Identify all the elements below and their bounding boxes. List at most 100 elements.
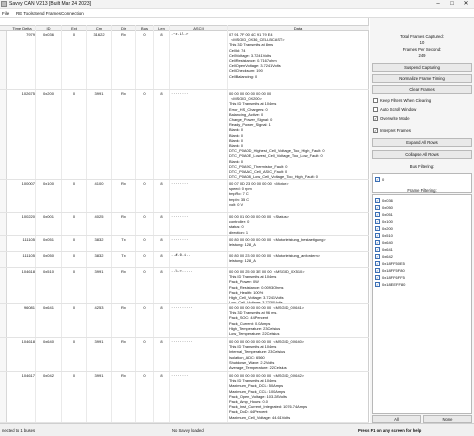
frame-filter-item[interactable]: ✓ 0x641 (375, 247, 393, 253)
maximize-button[interactable]: □ (445, 0, 459, 9)
cell-time-delta: 100220 (21, 214, 35, 219)
fps-label: Frames Per Second: (402, 47, 442, 52)
table-row[interactable]: 100220 0x001 0 4025 Rx 0 8........ 00 00 01 00 … (0, 213, 369, 236)
clear-frames-button[interactable]: Clear Frames (372, 85, 472, 94)
frame-filter-item[interactable]: ✓ 0x036 (375, 198, 393, 204)
fps-value: 249 (418, 53, 426, 58)
frame-filter-label: 0x640 (382, 240, 393, 245)
checkmark-icon: ✓ (375, 219, 380, 225)
table-row[interactable]: 104617 0x042 0 3991 Rx 0 8........ 00 00 00 00 … (0, 372, 369, 423)
cell-time-delta: 104618 (21, 339, 35, 344)
cell-bus: 0 (143, 181, 146, 186)
table-row[interactable]: 104618 0x510 0 3991 Rx 0 8 ..%.>..... 00 00 00 2… (0, 268, 369, 304)
cell-id: 0x640 (43, 339, 54, 344)
cell-time-delta: 104618 (21, 269, 35, 274)
expand-all-rows-button[interactable]: Expand All Rows (372, 138, 472, 147)
interpret-frames-label: Interpret Frames (380, 128, 411, 133)
frame-filter-item[interactable]: ✓ 0x051 (375, 212, 393, 218)
table-row[interactable]: 104618 0x640 0 3991 Rx 0 8.......... 00 00 00 0… (0, 338, 369, 372)
normalize-frame-timing-button[interactable]: Normalize Frame Timing (372, 74, 472, 83)
cell-time-delta: 111105 (22, 237, 35, 242)
frame-filter-item[interactable]: ✓ 0x510 (375, 233, 393, 239)
cell-ascii: ........ (171, 181, 189, 185)
frame-filter-item[interactable]: ✓ 0x050 (375, 205, 393, 211)
table-row[interactable]: 96081 0x641 0 4253 Rx 0 8.......... 00 00 00 00… (0, 304, 369, 338)
cell-id: 0x042 (43, 373, 54, 378)
suspend-capturing-button[interactable]: Suspend Capturing (372, 63, 472, 72)
frame-filter-item[interactable]: ✓ 0x640 (375, 240, 393, 246)
cell-cm: 3832 (94, 237, 104, 242)
frame-filter-item[interactable]: ✓ 0x200 (375, 226, 393, 232)
cell-time-delta: 7979 (26, 32, 35, 37)
frame-filter-label: 0x18FF50E5 (382, 261, 405, 266)
menu-send-frames[interactable]: Send Frames (34, 11, 61, 16)
cell-dir: Tx (121, 253, 126, 258)
table-row[interactable]: 100007 0x100 0 4100 Rx 0 8........ 00 07 0D 23 … (0, 180, 369, 213)
cell-data: 00 00 00 00 00 00 00 00 <MSGID_0X642> Th… (229, 373, 308, 420)
cell-time-delta: 104617 (21, 373, 35, 378)
menu-file[interactable]: File (2, 11, 9, 16)
cell-ascii: ........ (171, 237, 189, 241)
cell-time-delta: 96081 (23, 305, 35, 310)
cell-len: 8 (160, 253, 163, 258)
cell-bus: 0 (143, 253, 146, 258)
frame-filter-item[interactable]: ✓ 0x18FF50E5 (375, 261, 405, 267)
table-row[interactable]: 111105 0x050 0 3832 Tx 0 8 ..#.0.i.. 00 80 00 23… (0, 252, 369, 268)
minimize-button[interactable]: – (431, 0, 445, 9)
cell-bus: 0 (143, 32, 146, 37)
frame-filter-item[interactable]: ✓ 0x18FF6FF5 (375, 275, 405, 281)
cell-cm: 3991 (94, 339, 104, 344)
frame-filter-item[interactable]: ✓ 0x642 (375, 254, 393, 260)
keep-filters-checkbox[interactable]: Keep Filters When Clearing (373, 98, 431, 104)
overwrite-mode-checkbox[interactable]: ✓ Overwrite Mode (373, 116, 410, 122)
frame-filter-item[interactable]: ✓ 0x100 (375, 219, 393, 225)
cell-data: 00 00 00 25 00 3E 00 00 <MSGID_0X510> Th… (229, 269, 305, 303)
cell-len: 8 (160, 214, 163, 219)
interpret-frames-checkbox[interactable]: ✓ Interpret Frames (373, 128, 411, 134)
cell-cm: 4253 (94, 305, 104, 310)
table-row[interactable]: 111105 0x051 0 3832 Tx 0 8........ 00 80 00 00 … (0, 236, 369, 252)
select-all-button[interactable]: All (372, 415, 421, 423)
bus-filter-item[interactable]: ✓ 0 (375, 177, 385, 183)
cell-cm: 3991 (94, 269, 104, 274)
auto-scroll-checkbox[interactable]: Auto Scroll Window (373, 107, 417, 113)
checkmark-icon: ✓ (375, 212, 380, 218)
cell-id: 0x200 (43, 91, 54, 96)
cell-dir: Rx (121, 181, 126, 186)
frame-filter-item[interactable]: ✓ 0x18EEFF80 (375, 282, 405, 288)
collapse-all-rows-button[interactable]: Collapse All Rows (372, 150, 472, 159)
menu-connection[interactable]: Connection (61, 11, 84, 16)
table-row[interactable]: 7979 0x036 0 31622 Rx 0 8 .~z.Ll.r 07 91 7F 00 4… (0, 31, 369, 90)
right-panel: Total Frames Captured: 10 Frames Per Sec… (370, 18, 474, 423)
auto-scroll-label: Auto Scroll Window (380, 107, 417, 112)
select-none-button[interactable]: None (423, 415, 472, 423)
cell-bus: 0 (143, 91, 146, 96)
cell-ext: 0 (72, 91, 76, 96)
cell-ext: 0 (72, 339, 76, 344)
menu-bar: File RE Tools Send Frames Connection (0, 9, 474, 18)
cell-id: 0x050 (43, 253, 54, 258)
cell-len: 8 (160, 339, 163, 344)
frames-table[interactable]: Time Delta ID Ext Cm Dir Bus Len ASCII D… (0, 18, 369, 423)
checkmark-icon: ✓ (375, 177, 380, 183)
bus-filtering-label: Bus Filtering: (409, 164, 435, 169)
cell-cm: 4100 (94, 181, 104, 186)
frame-filter-label: 0x050 (382, 205, 393, 210)
cell-ascii: .~z.Ll.r (171, 32, 189, 36)
table-row[interactable]: 102675 0x200 0 3991 Rx 0 8........ 00 00 00 00 … (0, 90, 369, 180)
menu-re-tools[interactable]: RE Tools (16, 11, 34, 16)
frame-filter-item[interactable]: ✓ 0x18FF5F80 (375, 268, 405, 274)
cell-ascii: ........ (171, 91, 189, 95)
cell-dir: Rx (121, 305, 126, 310)
frame-filter-label: 0x036 (382, 198, 393, 203)
frame-filter-list[interactable]: ✓ 0x036 ✓ 0x050 ✓ 0x051 ✓ 0x100 ✓ 0x200 ✓ 0x510 ✓ 0x6… (372, 194, 472, 414)
close-button[interactable]: ✕ (459, 0, 473, 9)
window-title: Savvy CAN V213 [Built Mar 24 2023] (9, 1, 91, 7)
cell-ascii: .......... (171, 339, 193, 343)
cell-data: 00 00 00 00 00 00 00 00 <MSGID_0X640> Th… (229, 339, 305, 371)
cell-ext: 0 (72, 214, 76, 219)
cell-dir: Rx (121, 32, 126, 37)
checkmark-icon: ✓ (375, 226, 380, 232)
cell-data: 00 07 0D 23 00 00 00 00 <Motor> speed: 0… (229, 181, 289, 207)
bus-filter-label: 0 (382, 177, 385, 182)
